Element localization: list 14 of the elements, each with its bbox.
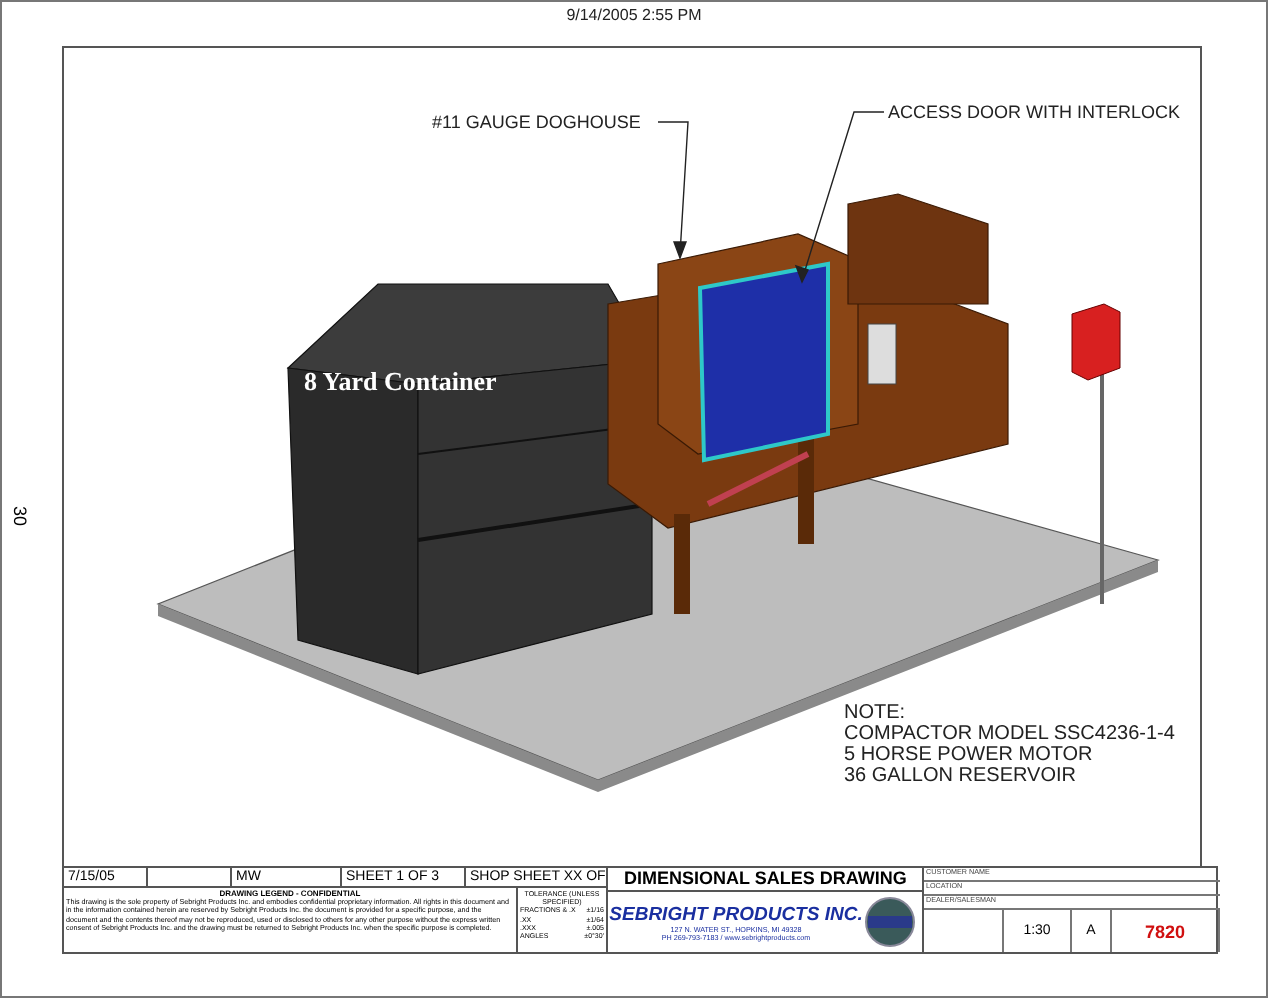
container-label: 8 Yard Container xyxy=(304,366,497,396)
note-text: COMPACTOR MODEL SSC4236-1-4 xyxy=(844,723,1175,745)
drawing-number: 7820 xyxy=(1112,910,1220,952)
note-text: 36 GALLON RESERVOIR xyxy=(844,765,1076,787)
callout-label: ACCESS DOOR WITH INTERLOCK xyxy=(888,102,1181,122)
leader-line xyxy=(657,121,689,260)
note-text: 5 HORSE POWER MOTOR xyxy=(844,744,1093,766)
timestamp: 9/14/2005 2:55 PM xyxy=(566,6,702,28)
note-text: NOTE: xyxy=(844,702,906,724)
company-logo-icon xyxy=(864,896,916,948)
company-name: SEBRIGHT PRODUCTS INC. xyxy=(608,903,864,925)
drawing-title: DIMENSIONAL SALES DRAWING xyxy=(608,868,922,892)
callout-label: #11 GAUGE DOGHOUSE xyxy=(432,112,641,132)
margin-label: 30 xyxy=(10,506,30,526)
